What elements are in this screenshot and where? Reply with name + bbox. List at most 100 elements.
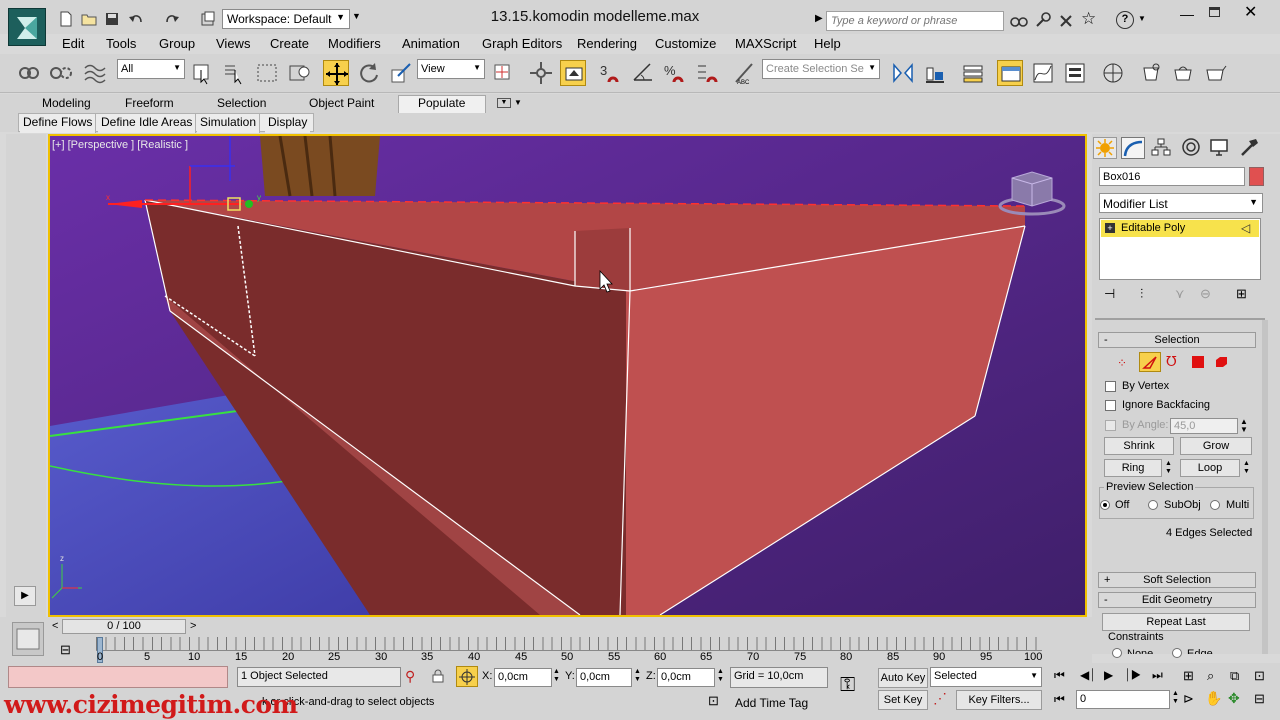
maxscript-listener-field[interactable] [8,666,228,688]
z-coord-input[interactable]: 0,0cm [657,668,715,687]
ignore-backfacing-checkbox[interactable] [1105,400,1116,411]
ribbon-define-flows[interactable]: Define Flows [20,114,97,133]
menu-help[interactable]: Help [814,36,841,51]
utilities-tab-hammer-icon[interactable] [1238,137,1262,159]
reference-coordinate-dropdown[interactable]: View ▼ [417,59,485,79]
field-of-view-icon[interactable]: ⊳ [1183,691,1194,707]
menu-modifiers[interactable]: Modifiers [328,36,381,51]
zoom-icon[interactable]: ⌕ [1207,668,1214,684]
schematic-view-icon[interactable] [1062,60,1088,86]
selection-lock-icon[interactable] [432,669,444,683]
mini-curve-editor-icon[interactable] [12,622,44,656]
x-coord-input[interactable]: 0,0cm [494,668,552,687]
ribbon-options-chevron-icon[interactable]: ▼ [514,98,522,107]
edge-mode-button[interactable] [1139,352,1161,372]
undo-icon[interactable] [128,11,144,27]
ribbon-minimize-icon[interactable]: ▼ [497,98,511,108]
track-bar-toggle-icon[interactable]: ⊟ [60,642,71,658]
select-and-rotate-icon[interactable] [355,60,381,86]
new-file-icon[interactable] [58,11,74,27]
by-angle-checkbox[interactable] [1105,420,1116,431]
spinner-arrows-icon[interactable]: ▲ ▼ [1240,418,1248,434]
ring-button[interactable]: Ring [1104,459,1162,477]
menu-create[interactable]: Create [270,36,309,51]
frame-spinner-icon[interactable]: ▲ ▼ [1172,690,1179,706]
border-mode-icon[interactable]: ℧ [1166,353,1177,370]
go-to-start-icon[interactable]: ⏮ [1054,668,1065,683]
auto-key-button[interactable]: Auto Key [878,668,928,688]
soft-selection-rollout-header[interactable]: + Soft Selection [1098,572,1256,588]
toggle-ribbon-icon[interactable] [997,60,1023,86]
edit-geometry-rollout-header[interactable]: - Edit Geometry [1098,592,1256,608]
configure-modifier-sets-icon[interactable]: ⊞ [1236,286,1247,302]
next-frame-icon[interactable]: ⏐▶ [1124,668,1142,683]
bind-space-warp-icon[interactable] [82,60,108,86]
constraint-none-radio[interactable] [1112,648,1122,658]
show-end-result-icon[interactable]: ⫶ [1140,286,1143,302]
time-slider-next-arrow[interactable]: > [190,620,196,632]
menu-views[interactable]: Views [216,36,250,51]
grow-button[interactable]: Grow [1180,437,1252,455]
menu-tools[interactable]: Tools [106,36,136,51]
menu-animation[interactable]: Animation [402,36,460,51]
ribbon-tab-freeform[interactable]: Freeform [125,96,174,110]
spinner-snap-icon[interactable] [694,60,720,86]
preview-multi-radio[interactable] [1210,500,1220,510]
zoom-all-icon[interactable]: ⧉ [1230,668,1239,684]
pin-stack-icon[interactable]: ⊣ [1104,286,1115,302]
minimize-icon[interactable]: — [1180,6,1194,22]
make-unique-icon[interactable]: ⋎ [1175,286,1185,302]
display-tab-icon[interactable] [1208,137,1232,159]
unlink-selection-icon[interactable] [48,60,74,86]
menu-maxscript[interactable]: MAXScript [735,36,796,51]
preview-off-radio[interactable] [1100,500,1110,510]
save-file-icon[interactable] [104,11,120,27]
rendered-frame-window-icon[interactable] [1170,60,1196,86]
layer-explorer-icon[interactable] [960,60,986,86]
key-tangent-icon[interactable]: ⋰ [933,690,947,707]
shrink-button[interactable]: Shrink [1104,437,1174,455]
menu-group[interactable]: Group [159,36,195,51]
time-configuration-icon[interactable]: ⊞ [1183,668,1194,684]
ribbon-define-idle-areas[interactable]: Define Idle Areas [98,114,197,133]
time-tag-icon[interactable]: ⊡ [708,693,719,709]
key-mode-dropdown[interactable]: Selected ▼ [930,667,1042,687]
create-tab-sun-icon[interactable] [1093,137,1117,159]
render-production-icon[interactable] [1202,60,1228,86]
element-mode-icon[interactable] [1215,356,1228,368]
ribbon-simulation[interactable]: Simulation [197,114,261,133]
x-spinner-icon[interactable]: ▲ ▼ [553,668,560,684]
hierarchy-tab-icon[interactable] [1150,137,1174,159]
y-coord-input[interactable]: 0,0cm [576,668,632,687]
by-vertex-checkbox[interactable] [1105,381,1116,392]
selection-filter-dropdown[interactable]: All ▼ [117,59,185,79]
select-and-manipulate-icon[interactable] [528,60,554,86]
by-angle-spinner[interactable]: 45,0 [1170,418,1238,434]
repeat-last-button[interactable]: Repeat Last [1102,613,1250,631]
viewport-layout-play-icon[interactable]: ▶ [14,586,36,606]
ribbon-tab-modeling[interactable]: Modeling [42,96,91,110]
key-mode-toggle-icon[interactable]: ⏮ [1054,692,1065,707]
preview-subobj-radio[interactable] [1148,500,1158,510]
select-and-link-icon[interactable] [16,60,42,86]
maximize-icon[interactable] [1209,7,1220,17]
constraint-edge-radio[interactable] [1172,648,1182,658]
menu-graph-editors[interactable]: Graph Editors [482,36,562,51]
material-editor-icon[interactable] [1100,60,1126,86]
percent-snap-icon[interactable]: % [662,60,688,86]
select-by-name-icon[interactable] [221,60,247,86]
absolute-mode-transform-icon[interactable] [456,666,478,687]
polygon-mode-icon[interactable] [1192,356,1204,368]
expand-plus-icon[interactable]: + [1105,223,1115,233]
curve-editor-icon[interactable] [1030,60,1056,86]
orbit-icon[interactable]: ✥ [1228,690,1240,707]
search-expand-icon[interactable]: ▶ [815,13,823,24]
angle-snap-icon[interactable] [630,60,656,86]
window-crossing-icon[interactable] [286,60,312,86]
favorites-star-icon[interactable]: ☆ [1081,9,1096,29]
current-frame-input[interactable]: 0 [1076,690,1170,709]
remove-modifier-icon[interactable]: ⊖ [1200,286,1211,302]
project-folder-icon[interactable] [200,11,216,27]
time-slider[interactable]: 0 / 100 [62,619,186,634]
select-object-icon[interactable] [189,60,215,86]
